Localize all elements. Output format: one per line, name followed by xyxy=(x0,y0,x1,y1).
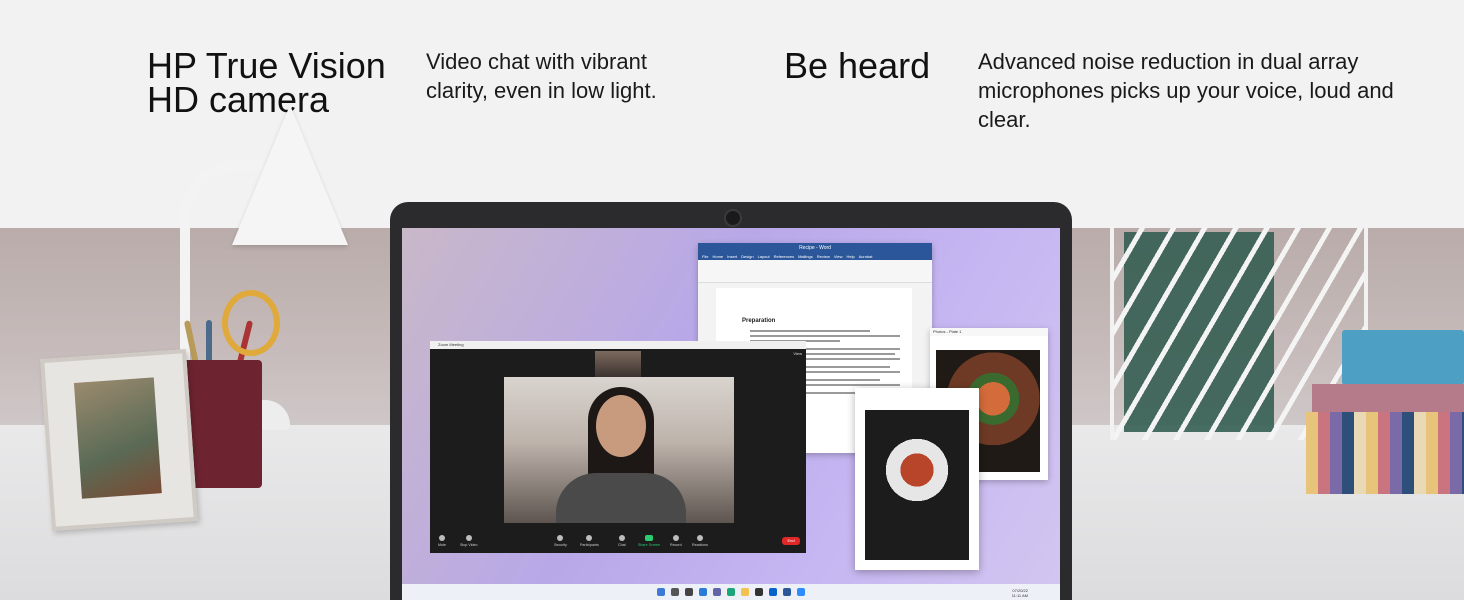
word-tab[interactable]: Home xyxy=(712,253,723,260)
tray-time: 11:11 AM xyxy=(1011,593,1028,598)
active-speaker-video xyxy=(504,377,734,523)
word-tab[interactable]: Acrobat xyxy=(859,253,873,260)
edge-icon[interactable] xyxy=(727,588,735,596)
shield-icon xyxy=(557,535,564,541)
people-icon xyxy=(586,535,593,541)
security-button[interactable]: Security xyxy=(554,535,567,547)
end-meeting-button[interactable]: End xyxy=(782,537,800,545)
word-app-icon[interactable] xyxy=(783,588,791,596)
photos-title: Photos - Plate 1 xyxy=(930,328,1048,336)
taskbar: 07/20/22 11:11 AM xyxy=(402,584,1060,600)
chat-icon xyxy=(618,535,625,541)
feature-audio-title: Be heard xyxy=(784,45,931,86)
smile-icon xyxy=(696,535,703,541)
speaker-face xyxy=(596,395,646,457)
mic-icon xyxy=(439,535,445,541)
word-tab[interactable]: References xyxy=(774,253,794,260)
framed-photo xyxy=(73,377,162,499)
record-button[interactable]: Record xyxy=(670,535,682,547)
laptop-screen: Recipe - Word File Home Insert Design La… xyxy=(402,228,1060,600)
word-tab[interactable]: File xyxy=(702,253,708,260)
mute-button[interactable]: Mute xyxy=(438,535,446,547)
stop-video-button[interactable]: Stop Video xyxy=(460,535,478,547)
book-stack xyxy=(1306,412,1464,494)
zoom-title: Zoom Meeting xyxy=(430,341,806,349)
participants-button[interactable]: Participants xyxy=(580,535,599,547)
camera-icon xyxy=(465,535,472,541)
word-tab[interactable]: Insert xyxy=(727,253,737,260)
word-tab[interactable]: Layout xyxy=(758,253,770,260)
task-view-icon[interactable] xyxy=(685,588,693,596)
scissors xyxy=(222,290,280,356)
speaker-body xyxy=(556,473,686,523)
book xyxy=(1342,330,1464,385)
word-heading: Preparation xyxy=(742,318,776,324)
text-line xyxy=(750,330,870,332)
zoom-view-button[interactable]: View xyxy=(793,351,802,356)
word-tab[interactable]: Mailings xyxy=(798,253,813,260)
webcam-icon xyxy=(724,209,742,227)
laptop: Recipe - Word File Home Insert Design La… xyxy=(390,202,1072,600)
share-icon xyxy=(644,535,653,541)
word-title: Recipe - Word xyxy=(698,243,932,253)
folder-icon[interactable] xyxy=(741,588,749,596)
widgets-icon[interactable] xyxy=(699,588,707,596)
word-tab[interactable]: Design xyxy=(741,253,753,260)
word-tab[interactable]: Review xyxy=(817,253,830,260)
word-tab[interactable]: View xyxy=(834,253,843,260)
participant-thumbnail[interactable] xyxy=(595,351,641,377)
zoom-controls: Mute Stop Video Security Participants Ch… xyxy=(430,529,806,547)
zoom-window[interactable]: Zoom Meeting View Mute Stop Video Securi… xyxy=(430,341,806,553)
food-photo xyxy=(865,410,969,560)
text-line xyxy=(750,335,900,337)
share-screen-button[interactable]: Share Screen xyxy=(638,535,660,547)
feature-audio-description: Advanced noise reduction in dual array m… xyxy=(978,49,1394,132)
zoom-app-icon[interactable] xyxy=(797,588,805,596)
photos-window-front[interactable] xyxy=(855,388,979,570)
reactions-button[interactable]: Reactions xyxy=(692,535,708,547)
chat-button[interactable]: Chat xyxy=(618,535,626,547)
word-tab[interactable]: Help xyxy=(846,253,854,260)
search-icon[interactable] xyxy=(671,588,679,596)
word-ribbon xyxy=(698,260,932,283)
outlook-icon[interactable] xyxy=(769,588,777,596)
book xyxy=(1312,384,1464,414)
photo-frame xyxy=(40,349,198,531)
record-icon xyxy=(672,535,679,541)
word-tabs: File Home Insert Design Layout Reference… xyxy=(698,253,932,260)
start-icon[interactable] xyxy=(657,588,665,596)
chat-app-icon[interactable] xyxy=(713,588,721,596)
feature-camera-description: Video chat with vibrant clarity, even in… xyxy=(426,49,657,103)
store-icon[interactable] xyxy=(755,588,763,596)
system-tray[interactable]: 07/20/22 11:11 AM xyxy=(1012,588,1028,598)
lamp-shade xyxy=(232,105,348,245)
